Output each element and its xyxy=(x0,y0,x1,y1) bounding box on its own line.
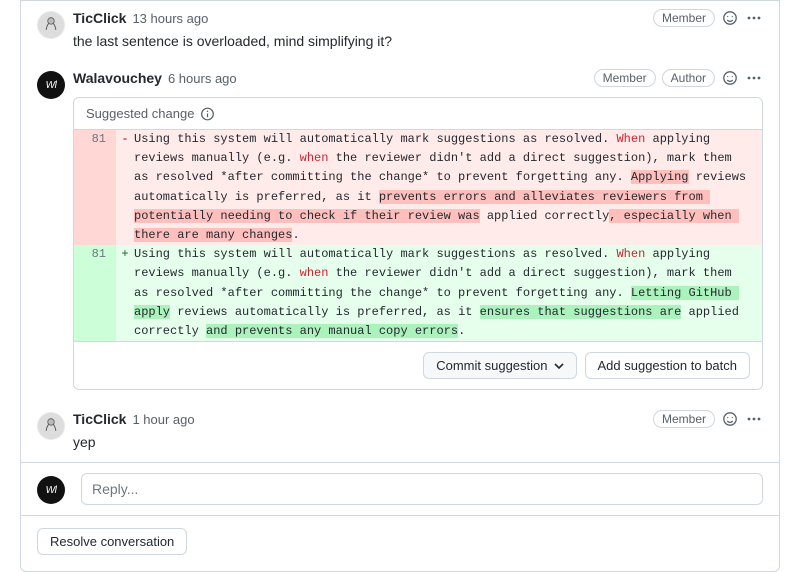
line-number: 81 xyxy=(74,245,116,341)
suggested-change-box: Suggested change 81 - Using this system … xyxy=(73,97,763,390)
timestamp[interactable]: 1 hour ago xyxy=(132,412,194,427)
kebab-icon[interactable] xyxy=(745,69,763,87)
role-badge: Member xyxy=(653,9,715,27)
reply-row: Wl xyxy=(21,462,779,515)
suggested-change-header: Suggested change xyxy=(74,98,762,130)
timestamp[interactable]: 6 hours ago xyxy=(168,71,237,86)
role-badge: Author xyxy=(662,69,715,87)
comment-body: the last sentence is overloaded, mind si… xyxy=(73,33,763,49)
comment: TicClick 1 hour ago Member yep xyxy=(21,402,779,462)
avatar[interactable] xyxy=(37,11,65,39)
avatar-image-icon xyxy=(38,12,64,38)
resolve-conversation-button[interactable]: Resolve conversation xyxy=(37,528,187,555)
author-link[interactable]: TicClick xyxy=(73,10,126,26)
smiley-icon[interactable] xyxy=(721,410,739,428)
role-badge: Member xyxy=(594,69,656,87)
comment-body: yep xyxy=(73,434,763,450)
resolve-row: Resolve conversation xyxy=(21,515,779,571)
diff: 81 - Using this system will automaticall… xyxy=(74,130,762,341)
commit-suggestion-button[interactable]: Commit suggestion xyxy=(423,352,576,379)
chevron-down-icon xyxy=(554,361,564,371)
smiley-icon[interactable] xyxy=(721,69,739,87)
diff-line-added: 81 + Using this system will automaticall… xyxy=(74,245,762,341)
role-badge: Member xyxy=(653,410,715,428)
comment-header: Walavouchey 6 hours ago Member Author xyxy=(73,69,763,87)
kebab-icon[interactable] xyxy=(745,410,763,428)
reply-input[interactable] xyxy=(81,473,763,505)
avatar[interactable]: Wl xyxy=(37,71,65,99)
diff-text: Using this system will automatically mar… xyxy=(134,245,762,341)
comment-header: TicClick 13 hours ago Member xyxy=(73,9,763,27)
line-number: 81 xyxy=(74,130,116,245)
add-suggestion-to-batch-button[interactable]: Add suggestion to batch xyxy=(585,352,751,379)
avatar-image-icon xyxy=(38,413,64,439)
comment-header: TicClick 1 hour ago Member xyxy=(73,410,763,428)
smiley-icon[interactable] xyxy=(721,9,739,27)
author-link[interactable]: Walavouchey xyxy=(73,70,162,86)
avatar[interactable] xyxy=(37,412,65,440)
review-thread: TicClick 13 hours ago Member the last se… xyxy=(20,0,780,572)
diff-text: Using this system will automatically mar… xyxy=(134,130,762,245)
comment: Wl Walavouchey 6 hours ago Member Author… xyxy=(21,61,779,402)
suggested-change-label: Suggested change xyxy=(86,106,194,121)
suggestion-actions: Commit suggestion Add suggestion to batc… xyxy=(74,341,762,389)
comment: TicClick 13 hours ago Member the last se… xyxy=(21,1,779,61)
diff-line-deleted: 81 - Using this system will automaticall… xyxy=(74,130,762,245)
avatar[interactable]: Wl xyxy=(37,476,65,504)
info-icon[interactable] xyxy=(200,106,215,121)
timestamp[interactable]: 13 hours ago xyxy=(132,11,208,26)
author-link[interactable]: TicClick xyxy=(73,411,126,427)
kebab-icon[interactable] xyxy=(745,9,763,27)
